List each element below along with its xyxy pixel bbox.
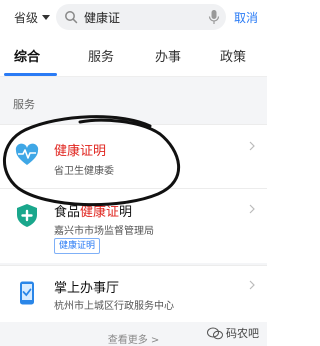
result-item[interactable]: 食品健康证明 嘉兴市市场监督管理局 健康证明 <box>0 188 267 263</box>
shield-plus-icon <box>17 204 37 227</box>
result-item[interactable]: 健康证明 省卫生健康委 <box>0 124 267 188</box>
phone-check-icon <box>20 281 34 305</box>
search-results-page: 省级 取消 综合 服务 办事 政策 服务 <box>0 0 267 346</box>
chat-bubble-icon <box>207 327 223 339</box>
tab-all[interactable]: 综合 <box>14 46 40 65</box>
result-item[interactable]: 掌上办事厅 杭州市上城区行政服务中心 <box>0 265 267 322</box>
chevron-right-icon <box>249 280 255 290</box>
result-title: 食品健康证明 <box>54 201 132 220</box>
cancel-button[interactable]: 取消 <box>234 9 258 26</box>
tab-services[interactable]: 服务 <box>88 46 114 65</box>
active-tab-indicator <box>4 73 57 76</box>
result-title: 健康证明 <box>54 140 106 159</box>
search-icon <box>65 11 78 24</box>
result-subtitle: 省卫生健康委 <box>54 166 114 177</box>
region-label: 省级 <box>14 11 39 25</box>
watermark: 码农吧 <box>207 325 259 341</box>
title-prefix: 食品 <box>54 205 81 220</box>
title-highlight: 健康证 <box>80 205 120 220</box>
title-highlight: 健康证明 <box>54 144 107 159</box>
result-title: 掌上办事厅 <box>54 277 119 296</box>
heart-pulse-icon <box>15 143 39 165</box>
chevron-down-icon <box>42 15 51 20</box>
tab-bar: 综合 服务 办事 政策 <box>0 36 267 77</box>
chevron-right-icon <box>249 204 255 214</box>
result-subtitle: 嘉兴市市场监督管理局 <box>54 226 154 237</box>
tab-affairs[interactable]: 办事 <box>155 46 181 65</box>
title-prefix: 掌上办事厅 <box>54 281 120 296</box>
result-subtitle: 杭州市上城区行政服务中心 <box>54 301 174 312</box>
mic-icon[interactable] <box>208 9 220 25</box>
title-suffix: 明 <box>119 205 133 220</box>
section-title: 服务 <box>13 98 35 111</box>
search-box[interactable] <box>56 4 226 30</box>
watermark-text: 码农吧 <box>226 327 259 340</box>
top-bar: 省级 取消 <box>0 0 267 36</box>
result-tag: 健康证明 <box>54 238 101 254</box>
tab-policy[interactable]: 政策 <box>220 46 246 65</box>
search-input[interactable] <box>84 10 204 24</box>
region-selector[interactable]: 省级 <box>14 9 51 26</box>
chevron-right-icon <box>249 141 255 151</box>
